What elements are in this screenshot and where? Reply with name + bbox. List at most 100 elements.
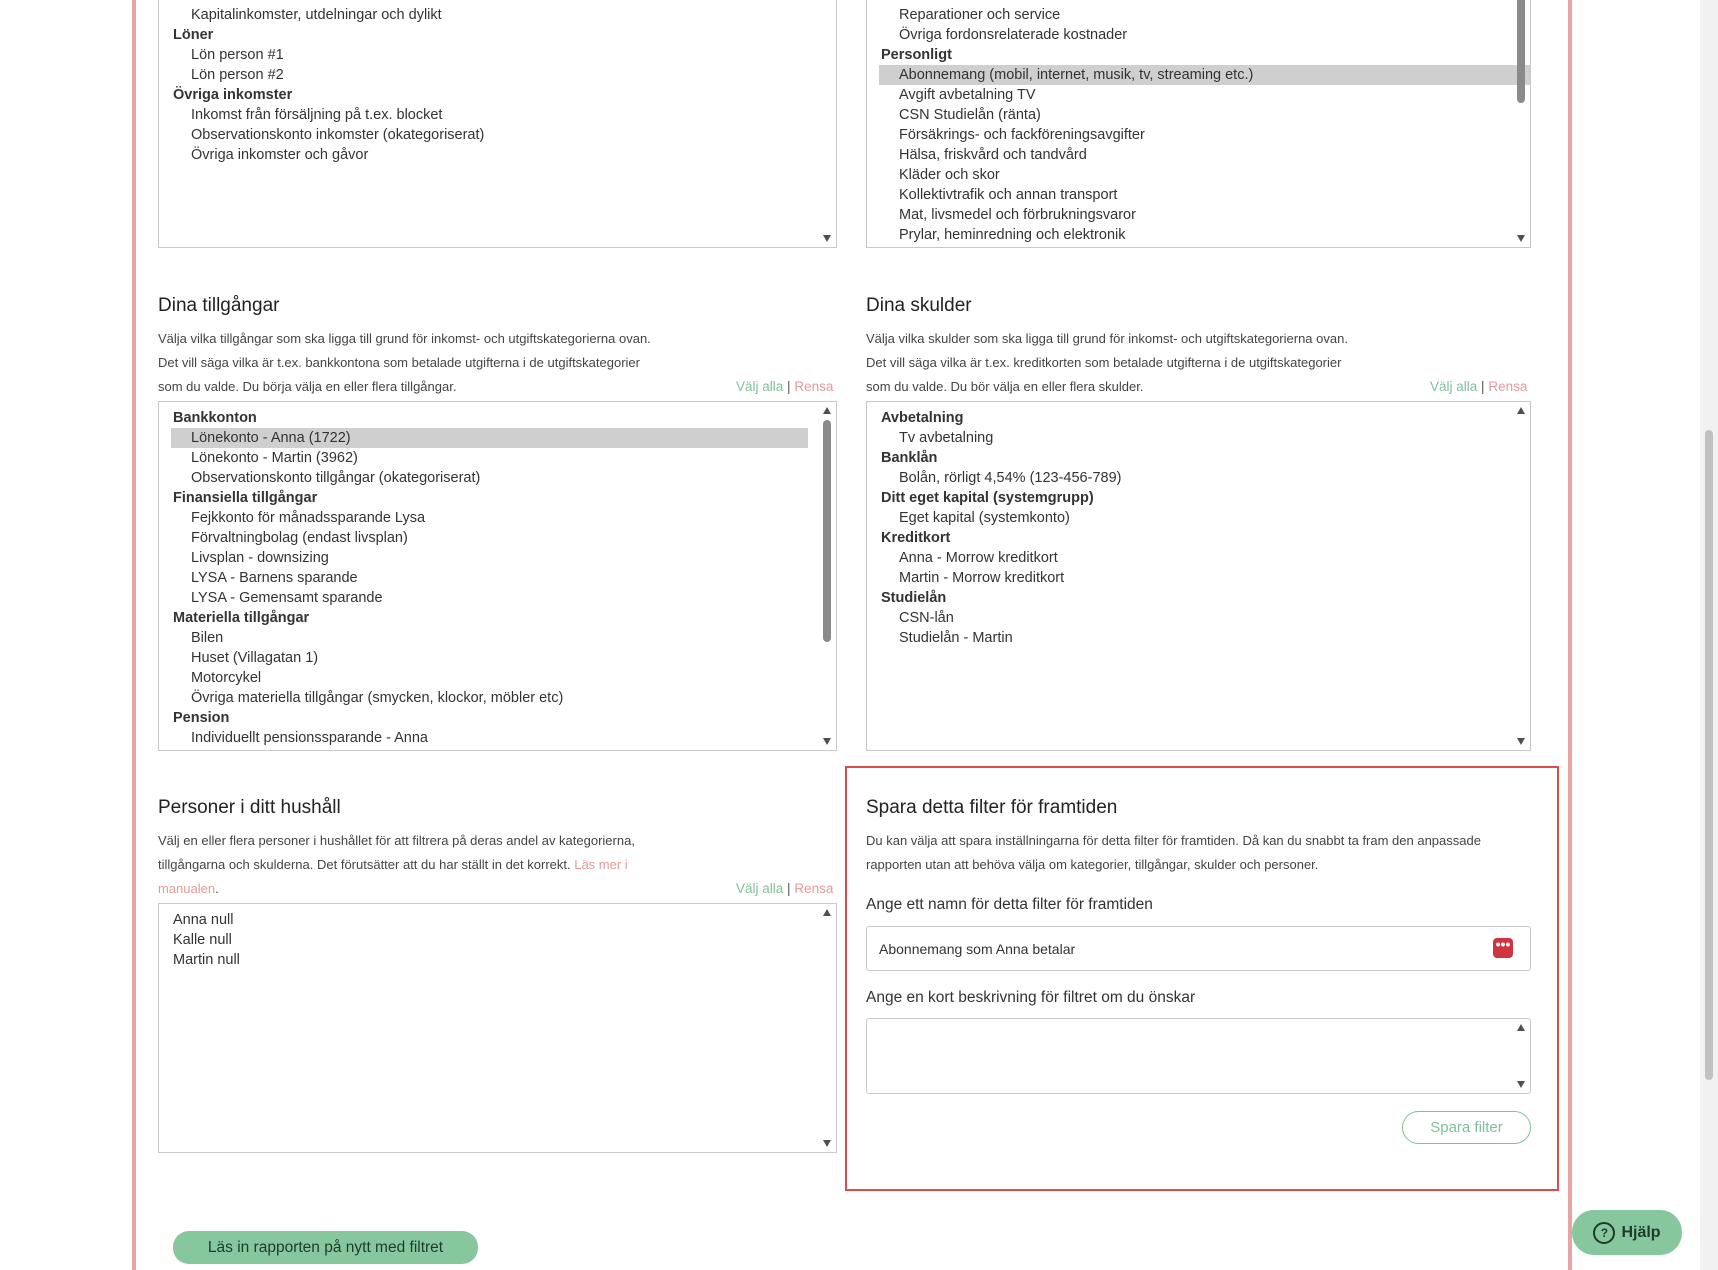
help-circle-icon: ?	[1593, 1221, 1616, 1244]
list-group-header: Löner	[173, 27, 214, 43]
debts-clear-link[interactable]: Rensa	[1488, 379, 1527, 394]
household-description-end: .	[215, 881, 219, 896]
list-option[interactable]: Observationskonto tillgångar (okategoris…	[171, 468, 808, 488]
left-frame-border	[132, 0, 136, 1270]
textarea-scrollbar[interactable]	[1512, 1019, 1530, 1093]
income-list-scrollbar[interactable]	[818, 0, 836, 247]
filter-description-textarea[interactable]	[866, 1018, 1531, 1094]
person-option[interactable]: Martin null	[171, 950, 836, 970]
list-option[interactable]: Reparationer och service	[879, 5, 1530, 25]
list-option[interactable]: Observationskonto inkomster (okategorise…	[171, 125, 836, 145]
person-option[interactable]: Anna null	[171, 910, 836, 930]
list-option[interactable]: Prylar, heminredning och elektronik	[879, 225, 1530, 245]
scroll-down-arrow-icon[interactable]	[1517, 235, 1525, 242]
income-category-list[interactable]: Kapitalinkomster, utdelningar och dylikt…	[158, 0, 837, 248]
list-option[interactable]: Hälsa, friskvård och tandvård	[879, 145, 1530, 165]
save-filter-button[interactable]: Spara filter	[1402, 1111, 1531, 1144]
debts-select-all-link[interactable]: Välj alla	[1430, 379, 1477, 394]
expense-category-list[interactable]: Reparationer och service Övriga fordonsre…	[866, 0, 1531, 248]
household-clear-link[interactable]: Rensa	[794, 881, 833, 896]
scroll-up-arrow-icon[interactable]	[823, 407, 831, 414]
list-option[interactable]: Övriga inkomster och gåvor	[171, 145, 836, 165]
list-option[interactable]: Avgift avbetalning TV	[879, 85, 1530, 105]
list-option[interactable]: Inkomst från försäljning på t.ex. blocke…	[171, 105, 836, 125]
list-option[interactable]: Huset (Villagatan 1)	[171, 648, 808, 668]
debts-list-scrollbar[interactable]	[1512, 402, 1530, 750]
list-option[interactable]: Försäkrings- och fackföreningsavgifter	[879, 125, 1530, 145]
list-group-header: Finansiella tillgångar	[173, 490, 318, 506]
right-frame-border	[1568, 0, 1572, 1270]
assets-description: Välja vilka tillgångar som ska ligga til…	[158, 331, 651, 394]
list-option[interactable]: Lönekonto - Martin (3962)	[171, 448, 808, 468]
list-option[interactable]: Abonnemang (mobil, internet, musik, tv, …	[879, 65, 1530, 85]
list-option[interactable]: Mat, livsmedel och förbrukningsvaror	[879, 205, 1530, 225]
assets-list-scrollbar[interactable]	[818, 402, 836, 750]
password-manager-icon[interactable]: •••	[1493, 937, 1513, 958]
expense-list-scrollbar-thumb[interactable]	[1517, 0, 1525, 103]
list-option[interactable]: Studielån - Martin	[879, 628, 1530, 648]
list-option[interactable]: Kollektivtrafik och annan transport	[879, 185, 1530, 205]
person-option[interactable]: Kalle null	[171, 930, 836, 950]
scroll-down-arrow-icon[interactable]	[1517, 738, 1525, 745]
list-group-header: Ditt eget kapital (systemgrupp)	[881, 490, 1094, 506]
household-select-all-link[interactable]: Välj alla	[736, 881, 783, 896]
list-option[interactable]: Kläder och skor	[879, 165, 1530, 185]
assets-select-links: Välj alla | Rensa	[736, 379, 833, 394]
scroll-down-arrow-icon[interactable]	[823, 738, 831, 745]
assets-list[interactable]: Bankkonton Lönekonto - Anna (1722) Lönekon…	[158, 401, 837, 751]
save-filter-title: Spara detta filter för framtiden	[866, 797, 1118, 818]
expense-list-scrollbar[interactable]	[1512, 0, 1530, 247]
household-list-scrollbar[interactable]	[818, 904, 836, 1152]
filter-name-label: Ange ett namn för detta filter för framt…	[866, 896, 1153, 913]
scroll-down-arrow-icon[interactable]	[823, 1140, 831, 1147]
scroll-up-arrow-icon[interactable]	[1517, 1024, 1525, 1031]
list-option[interactable]: Övriga materiella tillgångar (smycken, k…	[171, 688, 808, 708]
debts-list[interactable]: Avbetalning Tv avbetalning Banklån Bolån, r…	[866, 401, 1531, 751]
list-option[interactable]: Kapitalinkomster, utdelningar och dylikt	[171, 5, 836, 25]
debts-title: Dina skulder	[866, 295, 972, 316]
list-group-header: Avbetalning	[881, 410, 964, 426]
list-option[interactable]: Lönekonto - Anna (1722)	[171, 428, 808, 448]
household-description-text: Välj en eller flera personer i hushållet…	[158, 833, 635, 872]
list-option[interactable]: Anna - Morrow kreditkort	[879, 548, 1530, 568]
assets-clear-link[interactable]: Rensa	[794, 379, 833, 394]
list-option[interactable]: Bilen	[171, 628, 808, 648]
list-option[interactable]: CSN-lån	[879, 608, 1530, 628]
scroll-down-arrow-icon[interactable]	[823, 235, 831, 242]
link-separator: |	[1481, 379, 1485, 394]
list-option[interactable]: Eget kapital (systemkonto)	[879, 508, 1530, 528]
list-option[interactable]: Individuellt pensionssparande - Anna	[171, 728, 808, 748]
list-option[interactable]: Lön person #1	[171, 45, 836, 65]
page-scrollbar-thumb[interactable]	[1705, 430, 1713, 1080]
help-button[interactable]: ? Hjälp	[1572, 1210, 1682, 1255]
list-option[interactable]: Bolån, rörligt 4,54% (123-456-789)	[879, 468, 1530, 488]
household-description: Välj en eller flera personer i hushållet…	[158, 829, 648, 901]
assets-list-scrollbar-thumb[interactable]	[823, 420, 831, 642]
link-separator: |	[787, 379, 791, 394]
page-scrollbar[interactable]	[1700, 0, 1718, 1270]
scroll-down-arrow-icon[interactable]	[1517, 1081, 1525, 1088]
scroll-up-arrow-icon[interactable]	[823, 909, 831, 916]
list-option[interactable]: LYSA - Barnens sparande	[171, 568, 808, 588]
list-group-header: Banklån	[881, 450, 938, 466]
household-list[interactable]: Anna null Kalle null Martin null	[158, 903, 837, 1153]
list-group-header: Studielån	[881, 590, 947, 606]
list-option[interactable]: Tv avbetalning	[879, 428, 1530, 448]
list-option[interactable]: CSN Studielån (ränta)	[879, 105, 1530, 125]
filter-name-input[interactable]	[866, 926, 1531, 971]
scroll-up-arrow-icon[interactable]	[1517, 407, 1525, 414]
assets-select-all-link[interactable]: Välj alla	[736, 379, 783, 394]
household-title: Personer i ditt hushåll	[158, 797, 341, 818]
list-option[interactable]: Martin - Morrow kreditkort	[879, 568, 1530, 588]
list-option[interactable]: Fejkkonto för månadssparande Lysa	[171, 508, 808, 528]
list-option[interactable]: Livsplan - downsizing	[171, 548, 808, 568]
list-group-header: Kreditkort	[881, 530, 951, 546]
reload-report-button[interactable]: Läs in rapporten på nytt med filtret	[173, 1231, 478, 1264]
list-option[interactable]: Förvaltningbolag (endast livsplan)	[171, 528, 808, 548]
list-option[interactable]: Motorcykel	[171, 668, 808, 688]
list-option[interactable]: Övriga fordonsrelaterade kostnader	[879, 25, 1530, 45]
help-button-label: Hjälp	[1621, 1223, 1661, 1241]
list-option[interactable]: Lön person #2	[171, 65, 836, 85]
list-option[interactable]: LYSA - Gemensamt sparande	[171, 588, 808, 608]
list-group-header: Bankkonton	[173, 410, 257, 426]
